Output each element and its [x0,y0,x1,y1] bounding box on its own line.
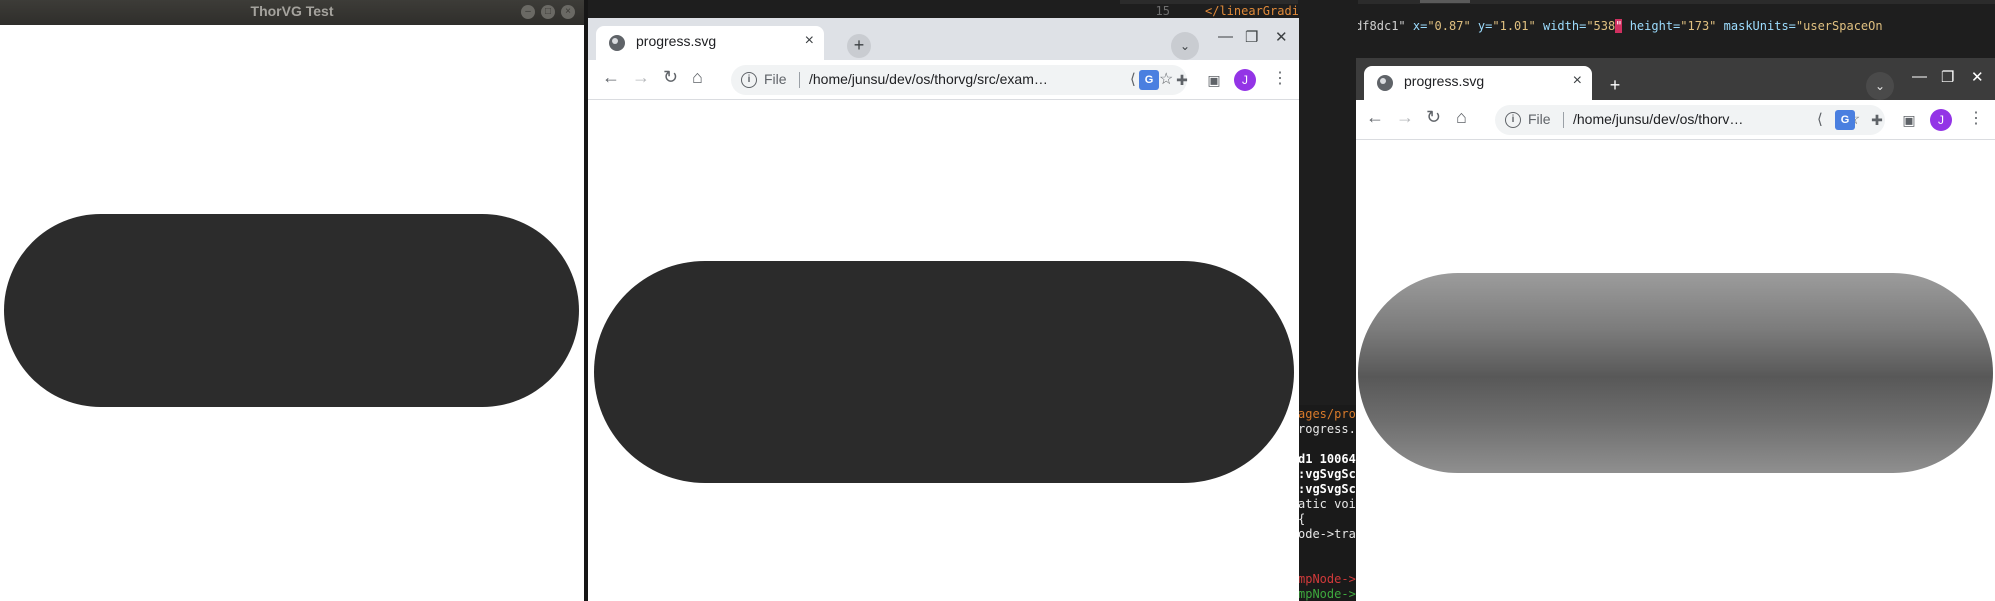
address-separator [799,72,800,88]
reload-icon[interactable]: ↻ [1426,107,1441,128]
progress-pill-shape [4,214,579,407]
text-cursor: " [1615,19,1623,33]
browser-window-right: progress.svg × + ⌄ — ❐ ✕ ← → ↻ ⌂ i File … [1356,58,1995,601]
editor-background-area [1298,0,1358,405]
terminal-line: d1 10064 [1298,452,1356,466]
back-arrow-icon[interactable]: ← [1366,107,1384,128]
maximize-icon[interactable]: □ [541,5,555,19]
attr-width: width= [1542,19,1587,33]
share-icon[interactable]: ⟨ [1130,70,1136,88]
terminal-line: mpNode-> [1298,587,1356,601]
address-url[interactable]: /home/junsu/dev/os/thorv… [1573,111,1743,127]
address-separator [1563,112,1564,128]
new-tab-button[interactable]: + [1603,74,1627,98]
tab-strip: progress.svg × + ⌄ — ❐ ✕ [588,18,1299,60]
window-title: ThorVG Test [250,3,334,19]
progress-pill-shape [594,261,1294,483]
info-icon[interactable]: i [741,72,757,88]
attr-y: y= [1477,19,1493,33]
tab-close-icon[interactable]: × [805,32,814,50]
attr-mask-units: maskUnits= [1723,19,1796,33]
home-icon[interactable]: ⌂ [692,67,703,88]
value-height: "173" [1680,19,1717,33]
share-icon[interactable]: ⟨ [1817,110,1823,128]
google-translate-icon[interactable]: G [1835,110,1855,130]
terminal-line: rogress.s [1298,422,1358,436]
address-url[interactable]: /home/junsu/dev/os/thorvg/src/exam… [809,71,1048,87]
terminal-line: { [1298,512,1306,526]
browser-toolbar: ← → ↻ ⌂ i File /home/junsu/dev/os/thorv…… [1356,100,1995,140]
page-content [1356,141,1995,601]
terminal-line: atic void [1298,497,1358,511]
minimize-icon[interactable]: — [1218,28,1233,45]
avatar[interactable]: J [1930,109,1952,131]
globe-icon [1377,75,1393,91]
close-icon[interactable]: ✕ [1275,28,1288,46]
minimize-icon[interactable]: – [521,5,535,19]
terminal-line: ages/pro [1298,407,1356,421]
more-menu-icon[interactable]: ⋮ [1968,108,1984,128]
google-translate-icon[interactable]: G [1139,70,1159,90]
back-arrow-icon[interactable]: ← [602,67,620,88]
tab-title: progress.svg [1404,73,1485,89]
progress-pill-shape [1358,273,1993,473]
tab-strip: progress.svg × + ⌄ — ❐ ✕ [1356,58,1995,100]
line-number: 15 [1155,4,1170,18]
chevron-down-icon[interactable]: ⌄ [1866,72,1894,100]
terminal-line: ode->tran [1298,527,1358,541]
puzzle-icon[interactable]: ✚ [1172,70,1192,90]
tab-progress-svg[interactable]: progress.svg × [596,26,824,60]
puzzle-icon[interactable]: ✚ [1867,110,1887,130]
maximize-icon[interactable]: ❐ [1245,28,1258,46]
minimize-icon[interactable]: — [1912,68,1927,85]
thorvg-test-window: ThorVG Test – □ × [0,0,584,601]
window-titlebar[interactable]: ThorVG Test – □ × [0,0,584,25]
value-width: "538 [1586,19,1616,33]
browser-toolbar: ← → ↻ ⌂ i File /home/junsu/dev/os/thorvg… [588,60,1299,100]
globe-icon [609,35,625,51]
tab-title: progress.svg [636,33,717,49]
address-scheme: File [764,71,787,87]
attr-height: height= [1629,19,1681,33]
tab-progress-svg[interactable]: progress.svg × [1364,66,1592,100]
forward-arrow-icon[interactable]: → [1396,107,1414,128]
close-icon[interactable]: ✕ [1971,68,1984,86]
address-scheme: File [1528,111,1551,127]
new-tab-button[interactable]: + [847,34,871,58]
reload-icon[interactable]: ↻ [663,67,678,88]
forward-arrow-icon[interactable]: → [632,67,650,88]
value-mask-units: "userSpaceOn [1795,19,1883,33]
close-icon[interactable]: × [561,5,575,19]
value-y: "1.01" [1492,19,1536,33]
terminal-window[interactable]: ages/pro rogress.s d1 10064 :vgSvgSce :v… [1298,405,1358,601]
address-bar[interactable]: i File /home/junsu/dev/os/thorvg/src/exa… [731,65,1187,95]
value-x: "0.87" [1427,19,1471,33]
side-panel-icon[interactable]: ▣ [1204,70,1224,90]
maximize-icon[interactable]: ❐ [1941,68,1954,86]
browser-window-left: progress.svg × + ⌄ — ❐ ✕ ← → ↻ ⌂ i File … [588,18,1299,601]
info-icon[interactable]: i [1505,112,1521,128]
attr-x: x= [1412,19,1428,33]
address-bar[interactable]: i File /home/junsu/dev/os/thorv… ⟨ ☆ [1495,105,1885,135]
terminal-line: :vgSvgSce [1298,467,1358,481]
avatar[interactable]: J [1234,69,1256,91]
chevron-down-icon[interactable]: ⌄ [1171,32,1199,60]
more-menu-icon[interactable]: ⋮ [1272,68,1288,88]
home-icon[interactable]: ⌂ [1456,107,1467,128]
side-panel-icon[interactable]: ▣ [1899,110,1919,130]
page-content [588,101,1299,601]
terminal-line: :vgSvgSce [1298,482,1358,496]
tab-close-icon[interactable]: × [1573,72,1582,90]
editor-active-tab-marker[interactable] [1420,0,1470,3]
terminal-line: mpNode-> [1298,572,1356,586]
